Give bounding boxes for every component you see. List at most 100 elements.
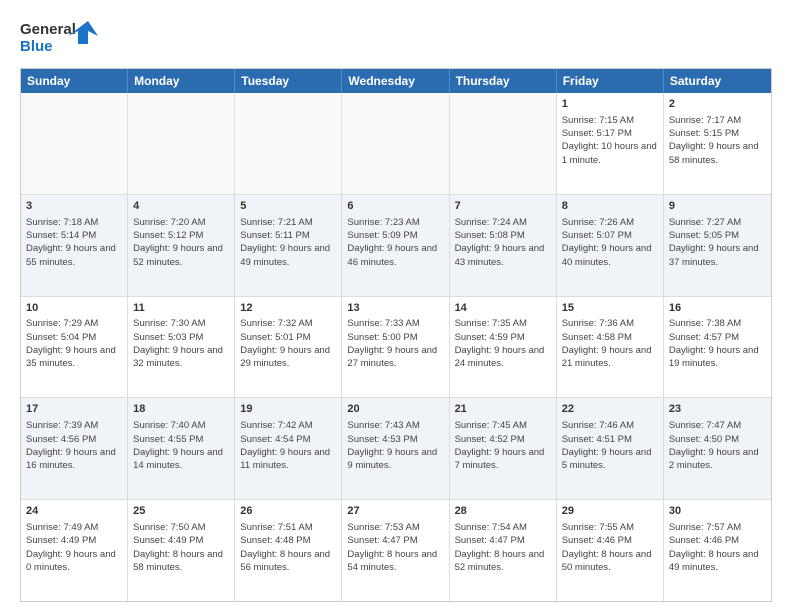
day-number: 18 <box>133 402 229 417</box>
day-info: Sunrise: 7:47 AMSunset: 4:50 PMDaylight:… <box>669 419 766 472</box>
day-info: Sunrise: 7:27 AMSunset: 5:05 PMDaylight:… <box>669 216 766 269</box>
day-info: Sunrise: 7:18 AMSunset: 5:14 PMDaylight:… <box>26 216 122 269</box>
calendar-cell: 11Sunrise: 7:30 AMSunset: 5:03 PMDayligh… <box>128 297 235 398</box>
calendar-cell: 30 Sunrise: 7:57 AMSunset: 4:46 PMDayligh… <box>664 500 771 601</box>
calendar-cell: 26Sunrise: 7:51 AMSunset: 4:48 PMDayligh… <box>235 500 342 601</box>
day-info: Sunrise: 7:23 AMSunset: 5:09 PMDaylight:… <box>347 216 443 269</box>
calendar-cell: 3 Sunrise: 7:18 AMSunset: 5:14 PMDaylight… <box>21 195 128 296</box>
calendar-cell: 16Sunrise: 7:38 AMSunset: 4:57 PMDayligh… <box>664 297 771 398</box>
calendar-body: 1Sunrise: 7:15 AMSunset: 5:17 PMDaylight… <box>21 93 771 601</box>
day-number: 1 <box>562 97 658 112</box>
calendar-cell: 12Sunrise: 7:32 AMSunset: 5:01 PMDayligh… <box>235 297 342 398</box>
day-number: 7 <box>455 199 551 214</box>
day-info: Sunrise: 7:35 AMSunset: 4:59 PMDaylight:… <box>455 317 551 370</box>
calendar-cell: 6 Sunrise: 7:23 AMSunset: 5:09 PMDaylight… <box>342 195 449 296</box>
day-number: 22 <box>562 402 658 417</box>
calendar-cell: 13Sunrise: 7:33 AMSunset: 5:00 PMDayligh… <box>342 297 449 398</box>
svg-text:General: General <box>20 21 76 38</box>
day-number: 15 <box>562 301 658 316</box>
day-number: 25 <box>133 504 229 519</box>
header-day-sunday: Sunday <box>21 69 128 93</box>
calendar-cell: 19 Sunrise: 7:42 AMSunset: 4:54 PMDayligh… <box>235 398 342 499</box>
calendar-cell: 25 Sunrise: 7:50 AMSunset: 4:49 PMDayligh… <box>128 500 235 601</box>
calendar-cell: 28Sunrise: 7:54 AMSunset: 4:47 PMDayligh… <box>450 500 557 601</box>
day-number: 4 <box>133 199 229 214</box>
calendar-cell <box>235 93 342 194</box>
day-number: 17 <box>26 402 122 417</box>
day-info: Sunrise: 7:32 AMSunset: 5:01 PMDaylight:… <box>240 317 336 370</box>
calendar-row-3: 17Sunrise: 7:39 AMSunset: 4:56 PMDayligh… <box>21 398 771 500</box>
day-number: 27 <box>347 504 443 519</box>
calendar-cell: 27Sunrise: 7:53 AMSunset: 4:47 PMDayligh… <box>342 500 449 601</box>
calendar-cell: 29 Sunrise: 7:55 AMSunset: 4:46 PMDayligh… <box>557 500 664 601</box>
svg-text:Blue: Blue <box>20 38 53 55</box>
day-info: Sunrise: 7:17 AMSunset: 5:15 PMDaylight:… <box>669 114 766 167</box>
day-number: 14 <box>455 301 551 316</box>
day-info: Sunrise: 7:29 AMSunset: 5:04 PMDaylight:… <box>26 317 122 370</box>
calendar-cell: 24Sunrise: 7:49 AMSunset: 4:49 PMDayligh… <box>21 500 128 601</box>
day-info: Sunrise: 7:40 AMSunset: 4:55 PMDaylight:… <box>133 419 229 472</box>
day-number: 29 <box>562 504 658 519</box>
day-number: 12 <box>240 301 336 316</box>
calendar-cell: 4 Sunrise: 7:20 AMSunset: 5:12 PMDaylight… <box>128 195 235 296</box>
day-number: 20 <box>347 402 443 417</box>
day-number: 28 <box>455 504 551 519</box>
calendar-row-1: 3 Sunrise: 7:18 AMSunset: 5:14 PMDaylight… <box>21 195 771 297</box>
day-number: 5 <box>240 199 336 214</box>
day-info: Sunrise: 7:55 AMSunset: 4:46 PMDaylight:… <box>562 521 658 574</box>
logo-svg: General Blue <box>20 16 100 60</box>
calendar-cell: 22 Sunrise: 7:46 AMSunset: 4:51 PMDayligh… <box>557 398 664 499</box>
calendar-cell: 7 Sunrise: 7:24 AMSunset: 5:08 PMDaylight… <box>450 195 557 296</box>
header-day-monday: Monday <box>128 69 235 93</box>
day-info: Sunrise: 7:33 AMSunset: 5:00 PMDaylight:… <box>347 317 443 370</box>
header-day-friday: Friday <box>557 69 664 93</box>
day-number: 26 <box>240 504 336 519</box>
calendar-cell: 21 Sunrise: 7:45 AMSunset: 4:52 PMDayligh… <box>450 398 557 499</box>
day-info: Sunrise: 7:24 AMSunset: 5:08 PMDaylight:… <box>455 216 551 269</box>
day-info: Sunrise: 7:57 AMSunset: 4:46 PMDaylight:… <box>669 521 766 574</box>
day-info: Sunrise: 7:49 AMSunset: 4:49 PMDaylight:… <box>26 521 122 574</box>
calendar-row-2: 10Sunrise: 7:29 AMSunset: 5:04 PMDayligh… <box>21 297 771 399</box>
day-number: 9 <box>669 199 766 214</box>
day-number: 3 <box>26 199 122 214</box>
day-number: 19 <box>240 402 336 417</box>
calendar-header: SundayMondayTuesdayWednesdayThursdayFrid… <box>21 69 771 93</box>
logo: General Blue <box>20 16 100 60</box>
calendar-cell: 5 Sunrise: 7:21 AMSunset: 5:11 PMDaylight… <box>235 195 342 296</box>
day-info: Sunrise: 7:26 AMSunset: 5:07 PMDaylight:… <box>562 216 658 269</box>
calendar-row-0: 1Sunrise: 7:15 AMSunset: 5:17 PMDaylight… <box>21 93 771 195</box>
day-info: Sunrise: 7:43 AMSunset: 4:53 PMDaylight:… <box>347 419 443 472</box>
calendar-cell: 10Sunrise: 7:29 AMSunset: 5:04 PMDayligh… <box>21 297 128 398</box>
day-info: Sunrise: 7:36 AMSunset: 4:58 PMDaylight:… <box>562 317 658 370</box>
calendar-cell <box>21 93 128 194</box>
header-day-saturday: Saturday <box>664 69 771 93</box>
day-number: 16 <box>669 301 766 316</box>
day-number: 23 <box>669 402 766 417</box>
calendar-cell: 15Sunrise: 7:36 AMSunset: 4:58 PMDayligh… <box>557 297 664 398</box>
day-number: 2 <box>669 97 766 112</box>
day-info: Sunrise: 7:20 AMSunset: 5:12 PMDaylight:… <box>133 216 229 269</box>
day-number: 11 <box>133 301 229 316</box>
day-info: Sunrise: 7:45 AMSunset: 4:52 PMDaylight:… <box>455 419 551 472</box>
day-info: Sunrise: 7:42 AMSunset: 4:54 PMDaylight:… <box>240 419 336 472</box>
day-info: Sunrise: 7:46 AMSunset: 4:51 PMDaylight:… <box>562 419 658 472</box>
day-number: 21 <box>455 402 551 417</box>
day-info: Sunrise: 7:50 AMSunset: 4:49 PMDaylight:… <box>133 521 229 574</box>
calendar-cell: 20 Sunrise: 7:43 AMSunset: 4:53 PMDayligh… <box>342 398 449 499</box>
calendar-cell: 23 Sunrise: 7:47 AMSunset: 4:50 PMDayligh… <box>664 398 771 499</box>
calendar-cell: 1Sunrise: 7:15 AMSunset: 5:17 PMDaylight… <box>557 93 664 194</box>
day-info: Sunrise: 7:21 AMSunset: 5:11 PMDaylight:… <box>240 216 336 269</box>
calendar-cell: 18 Sunrise: 7:40 AMSunset: 4:55 PMDayligh… <box>128 398 235 499</box>
calendar: SundayMondayTuesdayWednesdayThursdayFrid… <box>20 68 772 602</box>
day-number: 30 <box>669 504 766 519</box>
calendar-row-4: 24Sunrise: 7:49 AMSunset: 4:49 PMDayligh… <box>21 500 771 601</box>
calendar-cell: 8Sunrise: 7:26 AMSunset: 5:07 PMDaylight… <box>557 195 664 296</box>
calendar-cell: 14Sunrise: 7:35 AMSunset: 4:59 PMDayligh… <box>450 297 557 398</box>
calendar-cell: 2 Sunrise: 7:17 AMSunset: 5:15 PMDaylight… <box>664 93 771 194</box>
header-day-thursday: Thursday <box>450 69 557 93</box>
calendar-cell <box>450 93 557 194</box>
day-number: 6 <box>347 199 443 214</box>
header-day-wednesday: Wednesday <box>342 69 449 93</box>
day-number: 10 <box>26 301 122 316</box>
header-day-tuesday: Tuesday <box>235 69 342 93</box>
